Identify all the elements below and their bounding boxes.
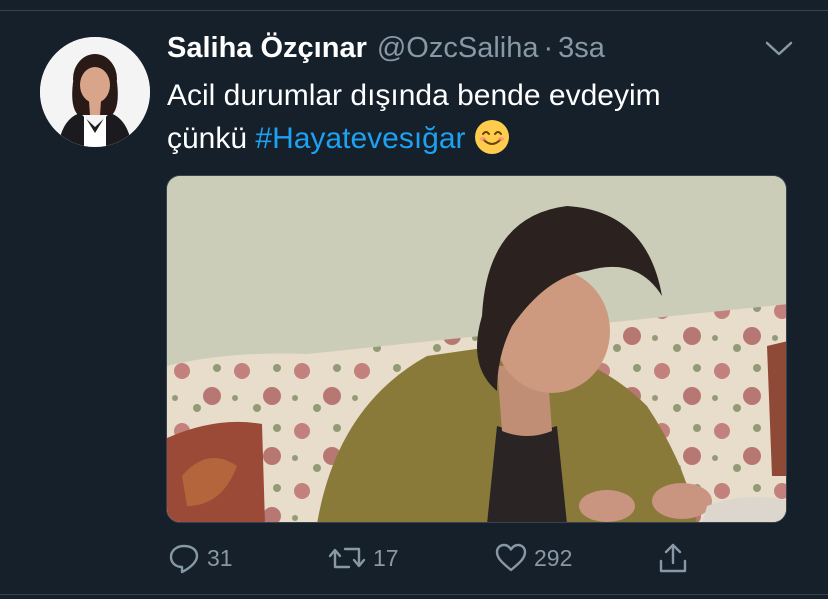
tweet-header: Saliha Özçınar @OzcSaliha · 3sa [167,32,605,72]
like-button[interactable]: 292 [494,536,572,580]
reply-button[interactable]: 31 [167,536,233,580]
retweet-button[interactable]: 17 [327,536,399,580]
reply-count: 31 [207,544,233,571]
bottom-divider [0,594,828,595]
hashtag-link[interactable]: #Hayatevesığar [255,122,465,155]
tweet-timestamp[interactable]: 3sa [558,32,605,65]
reply-icon [169,544,199,574]
author-name[interactable]: Saliha Özçınar [167,32,367,65]
more-options-button[interactable] [762,36,796,62]
like-count: 292 [534,544,573,571]
tweet-text: Acil durumlar dışında bende evdeyim çünk… [167,74,777,160]
retweet-icon [328,547,366,569]
share-button[interactable] [656,536,690,580]
separator-dot: · [543,32,554,64]
tweet-text-line-1: Acil durumlar dışında bende evdeyim [167,79,661,112]
chevron-down-icon [765,41,793,56]
avatar-portrait [40,37,150,147]
heart-icon [495,543,527,572]
tweet-actions: 31 17 292 [0,536,828,580]
photo-woman-on-sofa [167,176,786,522]
author-avatar[interactable] [40,37,150,147]
tweet-text-prefix: çünkü [167,122,256,155]
share-icon [659,543,687,573]
top-divider [0,10,828,11]
tweet-text-line-2: çünkü #Hayatevesığar [167,117,777,160]
retweet-count: 17 [373,544,399,571]
tweet-photo[interactable] [166,175,787,523]
author-handle[interactable]: @OzcSaliha [377,32,539,65]
smiling-face-emoji-icon [474,120,509,154]
